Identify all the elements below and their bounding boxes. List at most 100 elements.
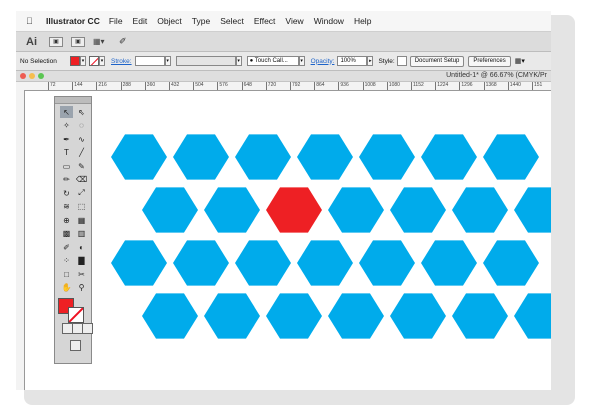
preferences-button[interactable]: Preferences [468, 55, 511, 67]
hexagon[interactable] [483, 134, 539, 180]
direct-selection-tool[interactable]: ⇖ [75, 106, 88, 118]
symbol-sprayer-tool[interactable]: ⁘ [60, 255, 73, 267]
hexagon[interactable] [235, 134, 291, 180]
stroke-swatch[interactable] [89, 56, 99, 66]
hexagon[interactable] [328, 293, 384, 339]
hexagon[interactable] [514, 293, 551, 339]
stroke-color-box[interactable] [68, 307, 84, 323]
mesh-tool[interactable]: ▩ [60, 228, 73, 240]
shape-builder-tool[interactable]: ⊕ [60, 214, 73, 226]
scale-tool[interactable]: ⤢ [75, 187, 88, 199]
menu-window[interactable]: Window [314, 16, 344, 26]
apple-icon[interactable]:  [26, 16, 40, 26]
stroke-weight-dropdown[interactable]: ▾ [164, 56, 171, 66]
free-transform-tool[interactable]: ⬚ [75, 201, 88, 213]
horizontal-ruler[interactable]: 72 144 216 288 360 432 504 576 648 720 792 864 936 10… [16, 82, 551, 91]
brush-dropdown[interactable]: ▾ [298, 56, 305, 66]
type-tool[interactable]: T [60, 147, 73, 159]
eyedropper-tool[interactable]: ✐ [60, 241, 73, 253]
variable-width-dropdown[interactable]: ▾ [235, 56, 242, 66]
bridge-button[interactable]: ▣ [49, 36, 63, 47]
hexagon[interactable] [142, 187, 198, 233]
hexagon[interactable] [514, 187, 551, 233]
menu-view[interactable]: View [285, 16, 303, 26]
vertical-ruler[interactable] [16, 90, 25, 390]
hand-tool[interactable]: ✋ [60, 282, 73, 294]
eraser-tool[interactable]: ⌫ [75, 174, 88, 186]
stock-button[interactable]: ▣ [71, 36, 85, 47]
arrange-documents-icon[interactable]: ▦▾ [93, 37, 111, 47]
variable-width-field[interactable] [175, 56, 236, 66]
hexagon[interactable] [266, 293, 322, 339]
arrange-icon[interactable]: ▦▾ [515, 57, 525, 65]
hexagon[interactable] [173, 134, 229, 180]
tools-panel-grip[interactable] [55, 97, 91, 104]
hexagon[interactable] [483, 240, 539, 286]
pencil-tool[interactable]: ✏ [60, 174, 73, 186]
opacity-dropdown[interactable]: ▸ [367, 56, 374, 66]
draw-inside-icon[interactable] [82, 323, 93, 334]
document-title: Untitled-1* @ 66.67% (CMYK/Pr [446, 72, 547, 79]
line-tool[interactable]: ╱ [75, 147, 88, 159]
hexagon[interactable] [328, 187, 384, 233]
gradient-tool[interactable]: ▥ [75, 228, 88, 240]
menu-type[interactable]: Type [192, 16, 210, 26]
stroke-dropdown[interactable]: ▾ [99, 56, 105, 66]
hexagon[interactable] [452, 187, 508, 233]
zoom-window-icon[interactable] [38, 73, 44, 79]
slice-tool[interactable]: ✂ [75, 268, 88, 280]
close-window-icon[interactable] [20, 73, 26, 79]
app-menu[interactable]: Illustrator CC [46, 16, 100, 26]
perspective-tool[interactable]: ▦ [75, 214, 88, 226]
blend-tool[interactable]: ◐ [75, 241, 88, 253]
artboard-canvas[interactable] [25, 91, 551, 390]
hexagon[interactable] [297, 134, 353, 180]
hexagon[interactable] [173, 240, 229, 286]
menu-file[interactable]: File [109, 16, 123, 26]
hexagon[interactable] [111, 134, 167, 180]
hexagon[interactable] [204, 187, 260, 233]
hexagon[interactable] [452, 293, 508, 339]
rectangle-tool[interactable]: ▭ [60, 160, 73, 172]
menu-edit[interactable]: Edit [133, 16, 148, 26]
screen-mode-icon[interactable] [70, 340, 81, 351]
menu-object[interactable]: Object [157, 16, 182, 26]
brush-definition-field[interactable]: ● Touch Call... [246, 56, 299, 66]
hexagon[interactable] [390, 187, 446, 233]
width-tool[interactable]: ≋ [60, 201, 73, 213]
fill-swatch[interactable] [70, 56, 80, 66]
style-swatch[interactable] [396, 56, 407, 66]
gpu-performance-icon[interactable]: ✐ [119, 36, 127, 47]
hexagon[interactable] [421, 240, 477, 286]
artboard-tool[interactable]: □ [60, 268, 73, 280]
paintbrush-tool[interactable]: ✎ [75, 160, 88, 172]
opacity-label[interactable]: Opacity: [311, 58, 335, 65]
menu-effect[interactable]: Effect [254, 16, 276, 26]
menu-help[interactable]: Help [354, 16, 371, 26]
zoom-tool[interactable]: ⚲ [75, 282, 88, 294]
hexagon[interactable] [297, 240, 353, 286]
stroke-weight-field[interactable] [134, 56, 165, 66]
magic-wand-tool[interactable]: ✧ [60, 120, 73, 132]
lasso-tool[interactable]: ◌ [75, 120, 88, 132]
selection-tool[interactable]: ↖ [60, 106, 73, 118]
rotate-tool[interactable]: ↻ [60, 187, 73, 199]
hexagon[interactable] [359, 134, 415, 180]
hexagon[interactable] [359, 240, 415, 286]
curvature-tool[interactable]: ∿ [75, 133, 88, 145]
document-setup-button[interactable]: Document Setup [409, 55, 465, 67]
opacity-field[interactable]: 100% [337, 56, 368, 66]
hexagon[interactable] [235, 240, 291, 286]
fill-dropdown[interactable]: ▾ [80, 56, 86, 66]
hexagon[interactable] [111, 240, 167, 286]
pen-tool[interactable]: ✒ [60, 133, 73, 145]
hexagon[interactable] [390, 293, 446, 339]
minimize-window-icon[interactable] [29, 73, 35, 79]
hexagon[interactable] [142, 293, 198, 339]
hexagon-selected[interactable] [266, 187, 322, 233]
menu-select[interactable]: Select [220, 16, 244, 26]
column-graph-tool[interactable]: ▇ [75, 255, 88, 267]
hexagon[interactable] [421, 134, 477, 180]
hexagon[interactable] [204, 293, 260, 339]
stroke-label[interactable]: Stroke: [111, 58, 132, 65]
